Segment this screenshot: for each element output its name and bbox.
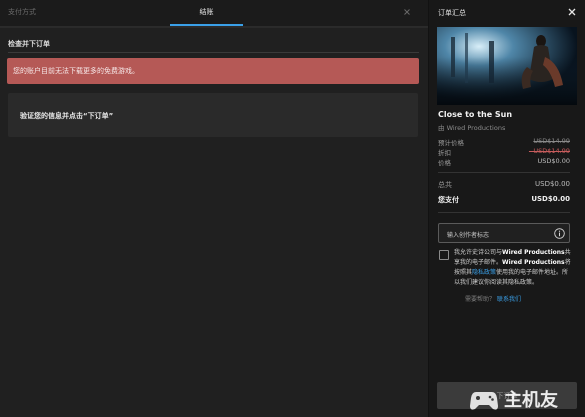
privacy-policy-link[interactable]: 隐私政策: [472, 269, 496, 276]
section-divider: [8, 52, 419, 53]
close-icon[interactable]: [567, 7, 577, 17]
tab-payment-method[interactable]: 支付方式: [8, 0, 36, 27]
summary-title: 订单汇总: [438, 9, 466, 17]
total-row: 总共 USD$0.00: [438, 180, 570, 190]
total-value: USD$0.00: [535, 180, 570, 188]
tab-checkout[interactable]: 结账: [170, 0, 243, 27]
summary-header: 订单汇总: [429, 0, 585, 26]
alert-message: 您的账户目前无法下载更多的免费游戏。: [13, 67, 139, 75]
checkout-tabs: 支付方式 结账: [0, 0, 428, 27]
discount-label: 折扣: [438, 149, 451, 157]
consent-checkbox[interactable]: [439, 250, 449, 260]
summary-divider: [438, 172, 570, 173]
active-tab-indicator: [170, 24, 243, 26]
creator-code-placeholder: 输入创作者标志: [447, 232, 490, 239]
x-icon[interactable]: [403, 8, 411, 16]
price-value: USD$0.00: [537, 157, 571, 165]
total-label: 总共: [438, 181, 452, 189]
list-price-value: USD$14.99: [533, 137, 570, 145]
gamepad-logo-icon: 主机友: [470, 389, 558, 411]
amount-due-value: USD$0.00: [531, 195, 570, 203]
amount-due-row: 您支付 USD$0.00: [438, 195, 570, 205]
price-row-discount: 折扣 - USD$14.99: [438, 147, 570, 157]
error-alert: 您的账户目前无法下载更多的免费游戏。: [7, 58, 419, 84]
header-divider: [0, 27, 428, 28]
confirm-message: 验证您的信息并点击“下订单”: [20, 112, 114, 120]
order-summary-panel: 订单汇总 Close to the Sun 由 Wired Production…: [429, 0, 585, 417]
amount-due-label: 您支付: [438, 196, 459, 204]
confirm-info-box: 验证您的信息并点击“下订单”: [8, 93, 418, 137]
consent-text-part1: 我允许史诗公司与: [454, 249, 503, 256]
discount-value: - USD$14.99: [528, 147, 570, 155]
help-line: 需要帮助？ 联系我们: [465, 294, 521, 303]
summary-divider-2: [438, 212, 570, 213]
info-circle-icon[interactable]: [554, 228, 565, 239]
list-price-label: 预计价格: [438, 139, 464, 147]
publisher-name: 由 Wired Productions: [438, 124, 506, 132]
checkout-panel: 支付方式 结账 检查并下订单 您的账户目前无法下载更多的免费游戏。 验证您的信息…: [0, 0, 428, 417]
contact-us-link[interactable]: 联系我们: [497, 296, 521, 303]
price-row-list: 预计价格 USD$14.99: [438, 137, 570, 147]
section-title: 检查并下订单: [8, 40, 50, 48]
consent-publisher-2: Wired Productions: [502, 259, 565, 266]
game-cover-art: [437, 27, 577, 105]
creator-code-input[interactable]: 输入创作者标志: [438, 223, 570, 243]
price-row-price: 价格 USD$0.00: [438, 157, 571, 167]
price-label: 价格: [438, 159, 451, 167]
game-title: Close to the Sun: [438, 110, 513, 119]
help-text: 需要帮助？: [465, 296, 496, 303]
game-cover-image: [437, 27, 577, 105]
watermark-text: 主机友: [504, 389, 558, 411]
consent-publisher: Wired Productions: [502, 249, 565, 256]
consent-text: 我允许史诗公司与Wired Productions共享我的电子邮件。Wired …: [454, 248, 572, 288]
